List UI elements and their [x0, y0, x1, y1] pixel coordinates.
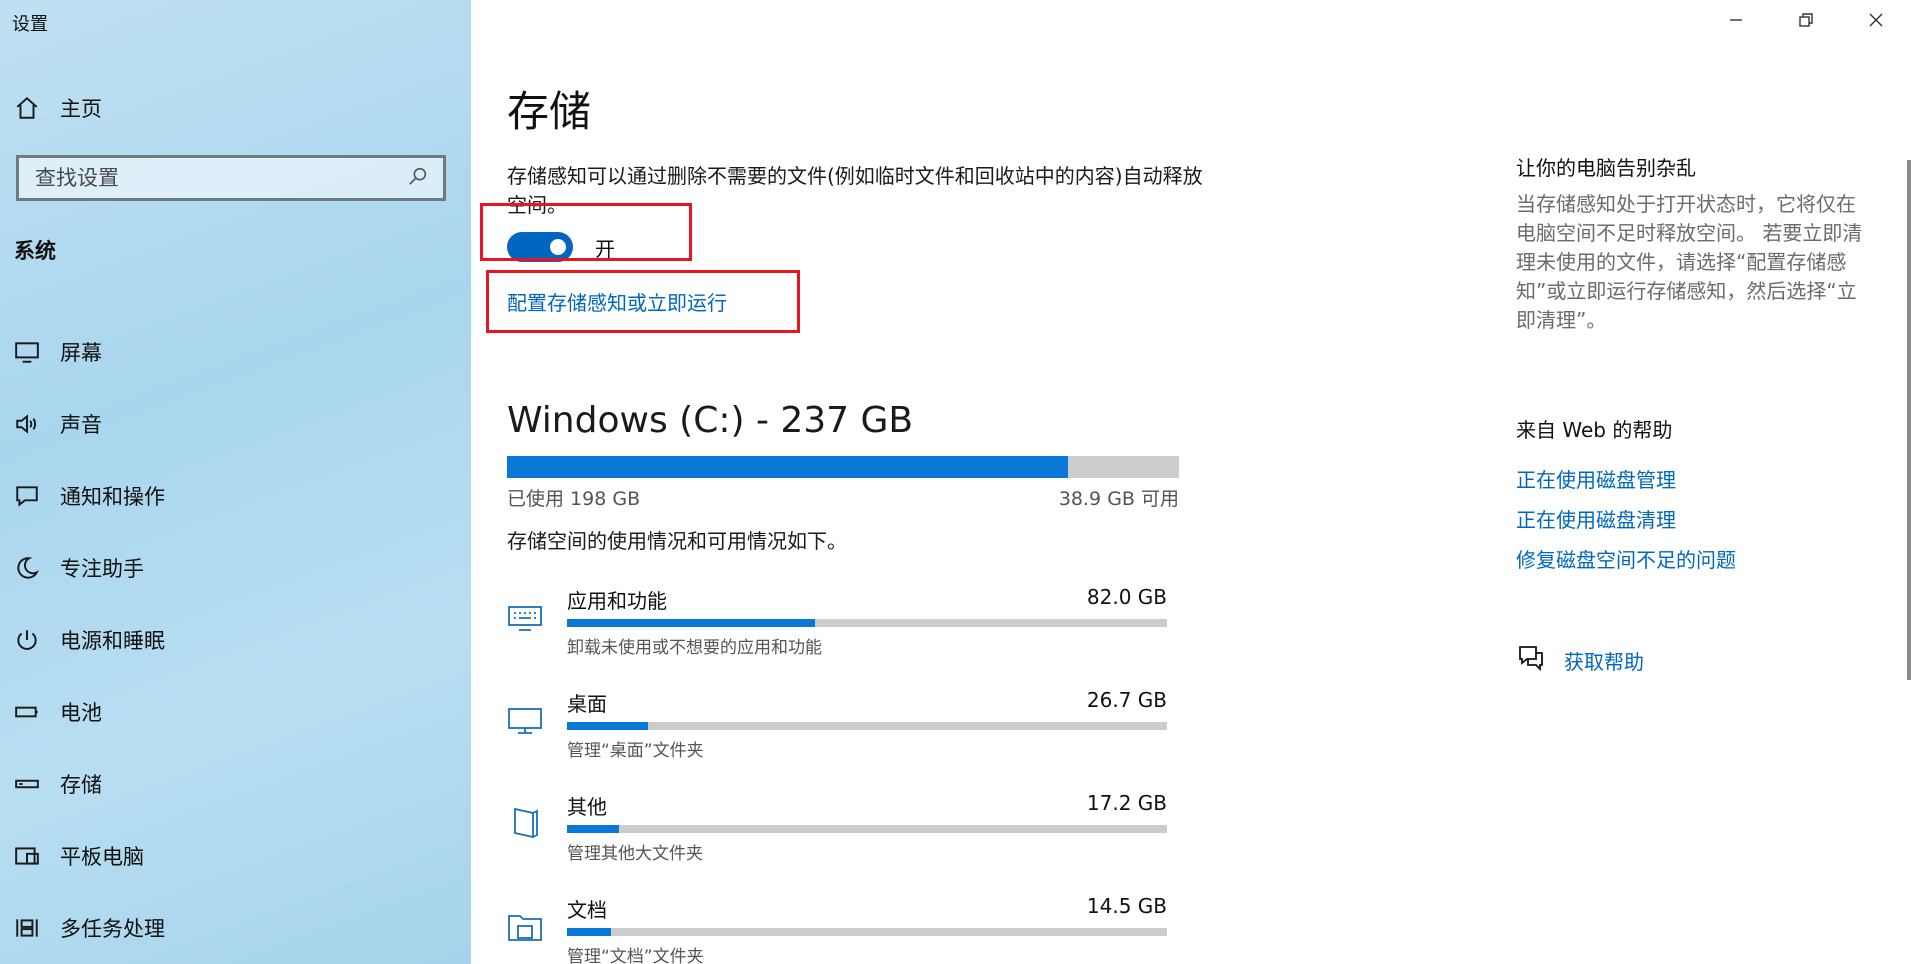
- window-title: 设置: [12, 14, 48, 35]
- sidebar-item-display[interactable]: 屏幕: [14, 316, 165, 388]
- category-name: 桌面: [567, 692, 607, 716]
- storage-icon: [14, 771, 40, 797]
- right-panel: 让你的电脑告别杂乱 当存储感知处于打开状态时，它将仅在电脑空间不足时释放空间。 …: [1516, 0, 1906, 964]
- sidebar-item-label: 平板电脑: [60, 845, 144, 869]
- page-title: 存储: [507, 87, 592, 136]
- speaker-icon: [14, 411, 40, 437]
- category-subtitle: 管理其他大文件夹: [567, 844, 703, 864]
- display-icon: [14, 339, 40, 365]
- home-icon: [14, 95, 40, 121]
- battery-icon: [14, 699, 40, 725]
- category-bar: [567, 928, 1167, 936]
- sidebar-item-label: 屏幕: [60, 341, 102, 365]
- highlight-box-config-link: [486, 270, 800, 333]
- category-other[interactable]: 其他 17.2 GB 管理其他大文件夹: [507, 791, 1179, 881]
- category-name: 应用和功能: [567, 589, 667, 613]
- category-size: 26.7 GB: [1086, 688, 1167, 712]
- nav-home-label: 主页: [60, 97, 102, 121]
- highlight-box-toggle: [480, 203, 692, 261]
- section-title-system: 系统: [14, 239, 56, 263]
- sidebar-item-label: 通知和操作: [60, 485, 165, 509]
- category-size: 82.0 GB: [1086, 585, 1167, 609]
- link-disk-cleanup[interactable]: 正在使用磁盘清理: [1516, 504, 1676, 533]
- link-disk-management[interactable]: 正在使用磁盘管理: [1516, 464, 1676, 493]
- sidebar-item-multitasking[interactable]: 多任务处理: [14, 892, 165, 964]
- search-input[interactable]: [35, 166, 395, 190]
- sidebar-item-label: 专注助手: [60, 557, 144, 581]
- link-fix-low-disk-space[interactable]: 修复磁盘空间不足的问题: [1516, 544, 1736, 573]
- sidebar-item-label: 多任务处理: [60, 917, 165, 941]
- category-bar: [567, 722, 1167, 730]
- sidebar-item-power[interactable]: 电源和睡眠: [14, 604, 165, 676]
- sidebar-item-notifications[interactable]: 通知和操作: [14, 460, 165, 532]
- sidebar-item-label: 电池: [60, 701, 102, 725]
- category-bar: [567, 825, 1167, 833]
- category-name: 其他: [567, 795, 607, 819]
- sidebar-item-battery[interactable]: 电池: [14, 676, 165, 748]
- moon-icon: [14, 555, 40, 581]
- category-bar-fill: [567, 825, 620, 833]
- tips-body: 当存储感知处于打开状态时，它将仅在电脑空间不足时释放空间。 若要立即清理未使用的…: [1516, 192, 1863, 332]
- category-bar-fill: [567, 722, 648, 730]
- category-documents[interactable]: 文档 14.5 GB 管理“文档”文件夹: [507, 894, 1179, 964]
- drive-usage-bar: [507, 456, 1179, 478]
- sidebar: 设置 主页 系统 屏幕 声音 通知和操作: [0, 0, 471, 964]
- drive-title: Windows (C:) - 237 GB: [507, 400, 914, 441]
- notification-icon: [14, 483, 40, 509]
- sidebar-item-sound[interactable]: 声音: [14, 388, 165, 460]
- category-subtitle: 管理“桌面”文件夹: [567, 741, 704, 761]
- nav-list: 屏幕 声音 通知和操作 专注助手 电源和睡眠 电池 存储 平板电脑 多任务处理: [14, 316, 165, 964]
- drive-free-label: 38.9 GB 可用: [1058, 488, 1179, 510]
- category-name: 文档: [567, 898, 607, 922]
- category-bar: [567, 619, 1167, 627]
- category-bar-fill: [567, 928, 611, 936]
- drive-usage-fill: [507, 456, 1069, 478]
- usage-description: 存储空间的使用情况和可用情况如下。: [507, 529, 847, 553]
- category-subtitle: 卸载未使用或不想要的应用和功能: [567, 638, 822, 658]
- sidebar-item-focus-assist[interactable]: 专注助手: [14, 532, 165, 604]
- multitask-icon: [14, 915, 40, 941]
- chat-help-icon: [1516, 643, 1546, 678]
- tips-title: 让你的电脑告别杂乱: [1516, 156, 1696, 180]
- web-help-title: 来自 Web 的帮助: [1516, 418, 1673, 442]
- category-desktop[interactable]: 桌面 26.7 GB 管理“桌面”文件夹: [507, 688, 1179, 778]
- folder-icon: [507, 908, 543, 944]
- main-content: 存储 存储感知可以通过删除不需要的文件(例如临时文件和回收站中的内容)自动释放空…: [471, 0, 1471, 964]
- sidebar-item-label: 存储: [60, 773, 102, 797]
- power-icon: [14, 627, 40, 653]
- get-help-link[interactable]: 获取帮助: [1564, 646, 1644, 675]
- category-bar-fill: [567, 619, 816, 627]
- keyboard-icon: [507, 599, 543, 635]
- monitor-icon: [507, 702, 543, 738]
- category-subtitle: 管理“文档”文件夹: [567, 947, 704, 964]
- document-icon: [507, 805, 543, 841]
- sidebar-item-tablet[interactable]: 平板电脑: [14, 820, 165, 892]
- drive-used-label: 已使用 198 GB: [507, 488, 641, 510]
- search-icon[interactable]: [407, 165, 429, 191]
- category-size: 14.5 GB: [1086, 894, 1167, 918]
- scrollbar[interactable]: [1907, 160, 1911, 680]
- get-help-row[interactable]: 获取帮助: [1516, 643, 1644, 678]
- sidebar-item-label: 声音: [60, 413, 102, 437]
- sidebar-item-storage[interactable]: 存储: [14, 748, 165, 820]
- search-box[interactable]: [16, 155, 446, 201]
- sidebar-item-label: 电源和睡眠: [60, 629, 165, 653]
- tablet-icon: [14, 843, 40, 869]
- nav-home[interactable]: 主页: [14, 90, 102, 126]
- category-apps[interactable]: 应用和功能 82.0 GB 卸载未使用或不想要的应用和功能: [507, 585, 1179, 675]
- category-size: 17.2 GB: [1086, 791, 1167, 815]
